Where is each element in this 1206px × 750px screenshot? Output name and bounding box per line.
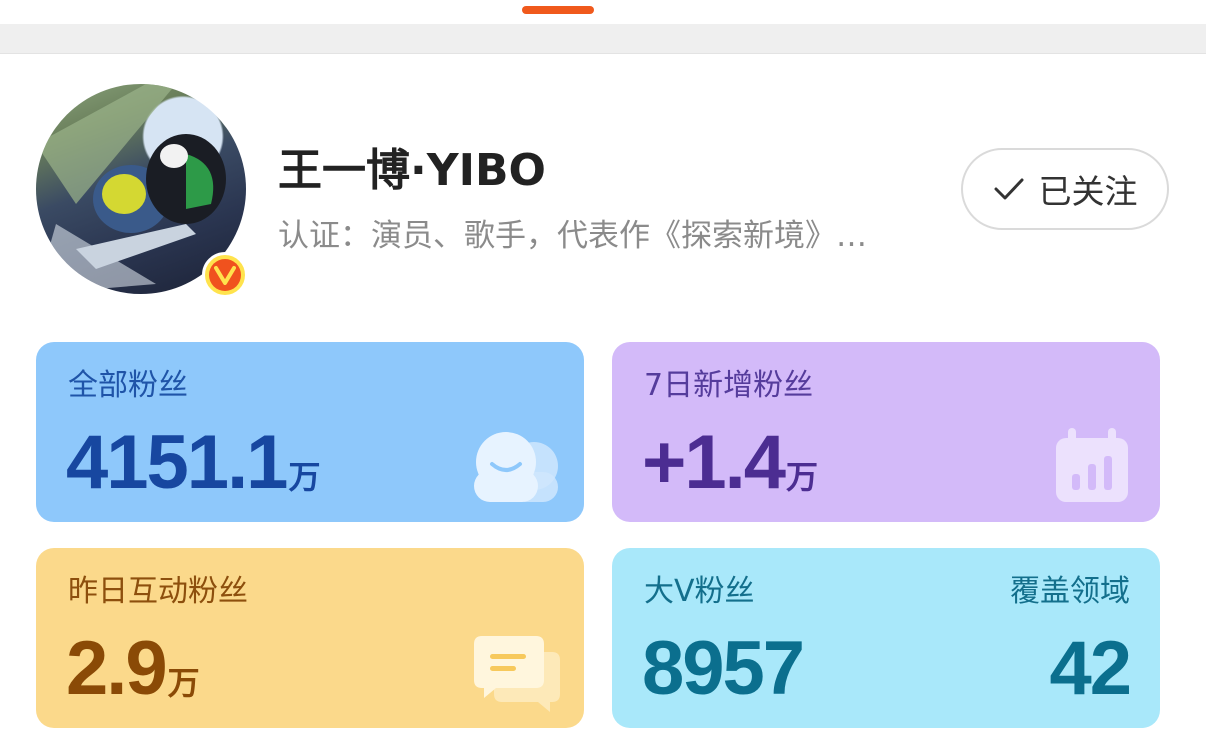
total-fans-unit: 万 — [288, 459, 321, 495]
new-fans-7d-card[interactable]: 7日新增粉丝 +1.4万 — [612, 342, 1160, 522]
new-fans-7d-value: +1.4万 — [642, 419, 818, 506]
profile-name: 王一博·YIBO — [278, 145, 546, 196]
interact-fans-unit: 万 — [167, 665, 200, 701]
fans-faces-icon — [474, 432, 558, 502]
interact-fans-value: 2.9万 — [66, 625, 200, 712]
coverage-value: 42 — [1049, 626, 1132, 711]
verification-description: 认证：演员、歌手，代表作《探索新境》… — [278, 218, 867, 254]
top-strip — [0, 0, 1206, 24]
chat-bubbles-icon — [474, 636, 560, 712]
coverage-label: 覆盖领域 — [1010, 574, 1130, 609]
follow-button-label: 已关注 — [1038, 172, 1138, 211]
big-v-fans-value: 8957 — [642, 625, 805, 712]
total-fans-number: 4151.1 — [66, 420, 288, 505]
new-fans-7d-number: +1.4 — [642, 420, 786, 505]
active-tab-indicator — [522, 6, 594, 14]
interact-fans-label: 昨日互动粉丝 — [68, 574, 248, 609]
new-fans-7d-label: 7日新增粉丝 — [644, 368, 814, 403]
section-divider — [0, 24, 1206, 54]
checkmark-icon — [994, 178, 1023, 200]
big-v-fans-label: 大V粉丝 — [644, 574, 755, 609]
new-fans-7d-unit: 万 — [786, 459, 819, 495]
total-fans-label: 全部粉丝 — [68, 368, 188, 403]
total-fans-value: 4151.1万 — [66, 419, 320, 506]
total-fans-card[interactable]: 全部粉丝 4151.1万 — [36, 342, 584, 522]
interact-fans-card[interactable]: 昨日互动粉丝 2.9万 — [36, 548, 584, 728]
calendar-chart-icon — [1056, 428, 1128, 502]
verified-badge — [202, 252, 248, 298]
follow-button[interactable]: 已关注 — [961, 148, 1169, 230]
big-v-fans-card[interactable]: 大V粉丝 覆盖领域 8957 42 — [612, 548, 1160, 728]
big-v-fans-number: 8957 — [642, 626, 805, 711]
verified-v-badge-icon — [214, 266, 236, 285]
interact-fans-number: 2.9 — [66, 626, 168, 711]
